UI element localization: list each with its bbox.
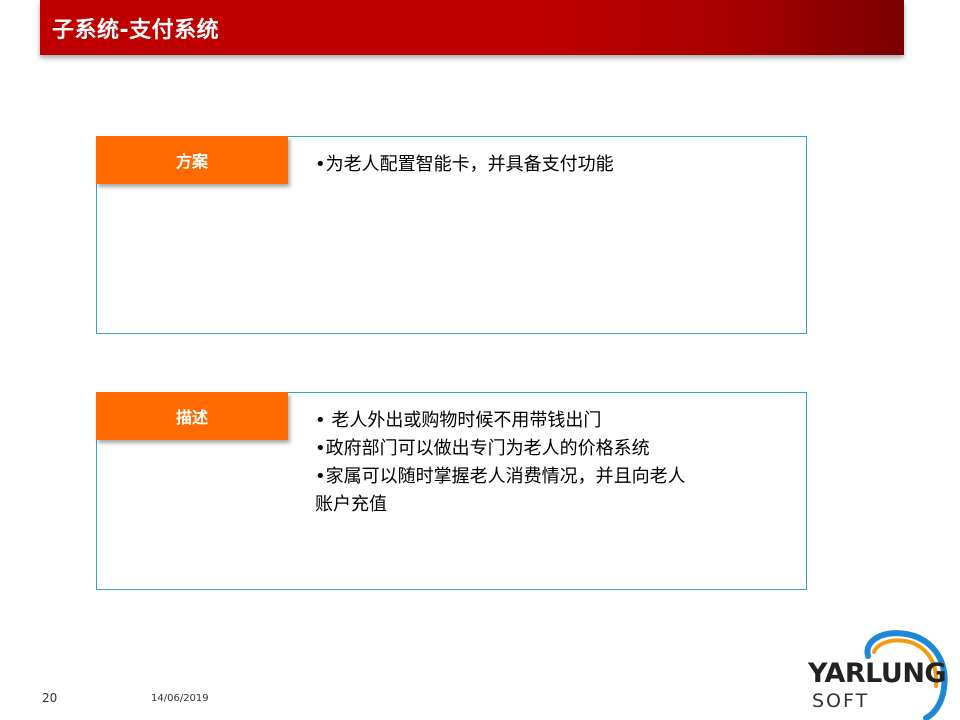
company-logo: YARLUNG SOFT [806, 628, 956, 720]
page-title: 子系统-支付系统 [52, 18, 220, 43]
description-line: • 老人外出或购物时候不用带钱出门 [315, 410, 602, 431]
description-line: •政府部门可以做出专门为老人的价格系统 [315, 438, 650, 459]
footer-date: 14/06/2019 [151, 693, 209, 704]
solution-line: •为老人配置智能卡，并具备支付功能 [315, 154, 614, 175]
description-text: • 老人外出或购物时候不用带钱出门 •政府部门可以做出专门为老人的价格系统 •家… [315, 407, 755, 519]
description-tag: 描述 [96, 392, 288, 440]
description-line: 账户充值 [315, 494, 387, 515]
solution-text: •为老人配置智能卡，并具备支付功能 [315, 151, 755, 179]
title-bar: 子系统-支付系统 [40, 0, 904, 55]
page-number: 20 [42, 691, 58, 705]
solution-panel: 方案 •为老人配置智能卡，并具备支付功能 [96, 136, 807, 334]
logo-sub-text: SOFT [812, 690, 870, 712]
solution-tag: 方案 [96, 136, 288, 184]
logo-main-text: YARLUNG [808, 658, 947, 689]
description-panel: 描述 • 老人外出或购物时候不用带钱出门 •政府部门可以做出专门为老人的价格系统… [96, 392, 807, 590]
description-line: •家属可以随时掌握老人消费情况，并且向老人 [315, 466, 686, 487]
